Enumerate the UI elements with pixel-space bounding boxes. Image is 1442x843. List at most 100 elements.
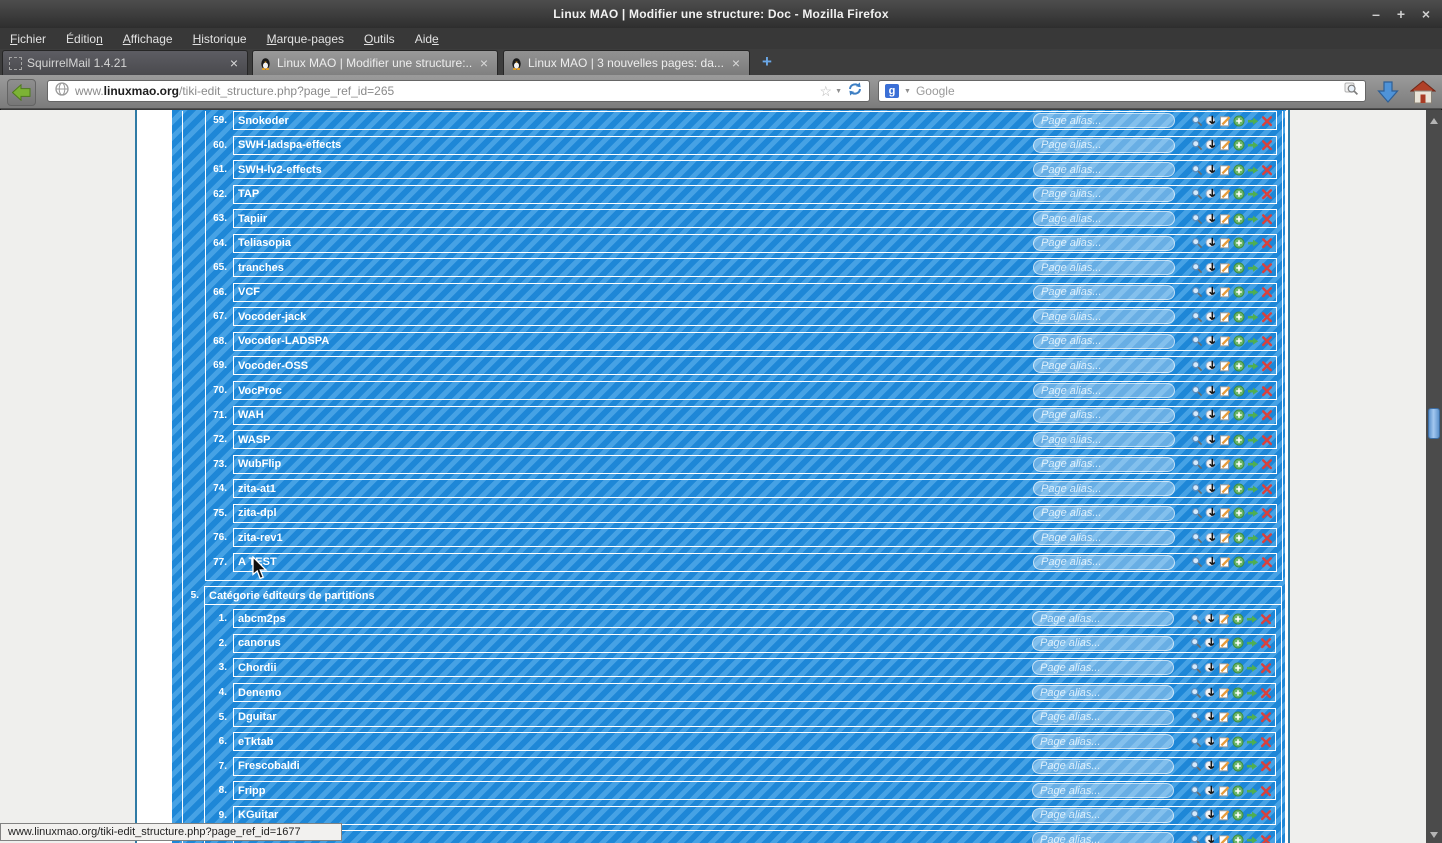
edit-icon[interactable] bbox=[1219, 311, 1231, 323]
tab-close-icon[interactable]: × bbox=[227, 55, 241, 71]
edit-icon[interactable] bbox=[1218, 736, 1230, 748]
magnifier-icon[interactable] bbox=[1190, 711, 1202, 723]
move-arrow-icon[interactable] bbox=[1246, 785, 1258, 797]
page-alias-input[interactable] bbox=[1033, 456, 1175, 472]
magnifier-icon[interactable] bbox=[1191, 164, 1203, 176]
magnifier-icon[interactable] bbox=[1191, 483, 1203, 495]
edit-icon[interactable] bbox=[1218, 662, 1230, 674]
magnifier-icon[interactable] bbox=[1191, 115, 1203, 127]
page-row[interactable]: Teliasopia bbox=[233, 233, 1277, 253]
page-alias-input[interactable] bbox=[1032, 709, 1174, 725]
move-arrow-icon[interactable] bbox=[1246, 736, 1258, 748]
delete-icon[interactable] bbox=[1261, 286, 1273, 298]
add-page-icon[interactable] bbox=[1233, 483, 1245, 495]
page-row[interactable]: VCF bbox=[233, 282, 1277, 302]
page-alias-input[interactable] bbox=[1032, 832, 1174, 843]
page-row[interactable]: zita-dpl bbox=[233, 503, 1277, 523]
move-page-icon[interactable] bbox=[1205, 164, 1217, 176]
delete-icon[interactable] bbox=[1261, 434, 1273, 446]
edit-icon[interactable] bbox=[1219, 139, 1231, 151]
move-page-icon[interactable] bbox=[1204, 785, 1216, 797]
move-arrow-icon[interactable] bbox=[1247, 483, 1259, 495]
page-alias-input[interactable] bbox=[1033, 211, 1175, 227]
edit-icon[interactable] bbox=[1219, 237, 1231, 249]
add-page-icon[interactable] bbox=[1233, 237, 1245, 249]
move-arrow-icon[interactable] bbox=[1246, 687, 1258, 699]
move-page-icon[interactable] bbox=[1205, 286, 1217, 298]
add-page-icon[interactable] bbox=[1232, 613, 1244, 625]
add-page-icon[interactable] bbox=[1233, 213, 1245, 225]
move-page-icon[interactable] bbox=[1205, 139, 1217, 151]
page-row[interactable]: A TEST bbox=[233, 552, 1277, 572]
move-page-icon[interactable] bbox=[1204, 834, 1216, 843]
edit-icon[interactable] bbox=[1218, 637, 1230, 649]
delete-icon[interactable] bbox=[1261, 409, 1273, 421]
delete-icon[interactable] bbox=[1260, 711, 1272, 723]
magnifier-icon[interactable] bbox=[1190, 687, 1202, 699]
page-row[interactable]: abcm2ps bbox=[233, 609, 1276, 629]
delete-icon[interactable] bbox=[1260, 637, 1272, 649]
move-arrow-icon[interactable] bbox=[1246, 711, 1258, 723]
page-alias-input[interactable] bbox=[1033, 407, 1175, 423]
delete-icon[interactable] bbox=[1261, 188, 1273, 200]
page-row[interactable]: Vocoder-jack bbox=[233, 307, 1277, 327]
add-page-icon[interactable] bbox=[1232, 809, 1244, 821]
magnifier-icon[interactable] bbox=[1191, 139, 1203, 151]
move-page-icon[interactable] bbox=[1205, 434, 1217, 446]
page-row[interactable]: KGuitar bbox=[233, 805, 1276, 825]
add-page-icon[interactable] bbox=[1233, 434, 1245, 446]
menu-item[interactable]: Éditio n bbox=[56, 28, 113, 49]
page-alias-input[interactable] bbox=[1033, 137, 1175, 153]
move-arrow-icon[interactable] bbox=[1246, 760, 1258, 772]
page-row[interactable]: Dguitar bbox=[233, 707, 1276, 727]
page-row[interactable]: canorus bbox=[233, 633, 1276, 653]
magnifier-icon[interactable] bbox=[1191, 286, 1203, 298]
delete-icon[interactable] bbox=[1260, 834, 1272, 843]
page-alias-input[interactable] bbox=[1032, 660, 1174, 676]
edit-icon[interactable] bbox=[1218, 809, 1230, 821]
page-alias-input[interactable] bbox=[1032, 758, 1174, 774]
move-page-icon[interactable] bbox=[1204, 736, 1216, 748]
page-row[interactable]: SWH-ladspa-effects bbox=[233, 135, 1277, 155]
delete-icon[interactable] bbox=[1260, 760, 1272, 772]
move-page-icon[interactable] bbox=[1205, 556, 1217, 568]
magnifier-icon[interactable] bbox=[1190, 809, 1202, 821]
edit-icon[interactable] bbox=[1219, 164, 1231, 176]
category-header-row[interactable]: Catégorie éditeurs de partitions bbox=[205, 587, 1281, 606]
edit-icon[interactable] bbox=[1219, 532, 1231, 544]
add-page-icon[interactable] bbox=[1233, 164, 1245, 176]
add-page-icon[interactable] bbox=[1233, 385, 1245, 397]
menu-item[interactable]: Outils bbox=[354, 28, 405, 49]
magnifier-icon[interactable] bbox=[1190, 834, 1202, 843]
add-page-icon[interactable] bbox=[1233, 139, 1245, 151]
magnifier-icon[interactable] bbox=[1191, 458, 1203, 470]
move-page-icon[interactable] bbox=[1205, 237, 1217, 249]
edit-icon[interactable] bbox=[1218, 613, 1230, 625]
menu-item[interactable]: Aid e bbox=[405, 28, 449, 49]
add-page-icon[interactable] bbox=[1233, 188, 1245, 200]
delete-icon[interactable] bbox=[1261, 483, 1273, 495]
page-alias-input[interactable] bbox=[1033, 284, 1175, 300]
tab-squirrelmail[interactable]: SquirrelMail 1.4.21 × bbox=[2, 50, 248, 75]
magnifier-icon[interactable] bbox=[1190, 613, 1202, 625]
page-row[interactable]: WubFlip bbox=[233, 454, 1277, 474]
page-alias-input[interactable] bbox=[1032, 685, 1174, 701]
magnifier-icon[interactable] bbox=[1191, 360, 1203, 372]
page-row[interactable]: Frescobaldi bbox=[233, 756, 1276, 776]
move-page-icon[interactable] bbox=[1204, 687, 1216, 699]
magnifier-icon[interactable] bbox=[1191, 409, 1203, 421]
move-page-icon[interactable] bbox=[1204, 637, 1216, 649]
move-page-icon[interactable] bbox=[1204, 711, 1216, 723]
move-page-icon[interactable] bbox=[1205, 532, 1217, 544]
scrollbar-down-arrow-icon[interactable] bbox=[1430, 832, 1438, 838]
new-tab-button[interactable]: + bbox=[756, 52, 778, 73]
magnifier-icon[interactable] bbox=[1191, 507, 1203, 519]
page-alias-input[interactable] bbox=[1033, 113, 1175, 128]
menu-item[interactable]: Marque-pages bbox=[257, 28, 354, 49]
page-alias-input[interactable] bbox=[1033, 260, 1175, 276]
edit-icon[interactable] bbox=[1219, 188, 1231, 200]
move-page-icon[interactable] bbox=[1205, 385, 1217, 397]
page-row[interactable]: Snokoder bbox=[233, 111, 1277, 130]
move-page-icon[interactable] bbox=[1204, 809, 1216, 821]
move-arrow-icon[interactable] bbox=[1247, 311, 1259, 323]
